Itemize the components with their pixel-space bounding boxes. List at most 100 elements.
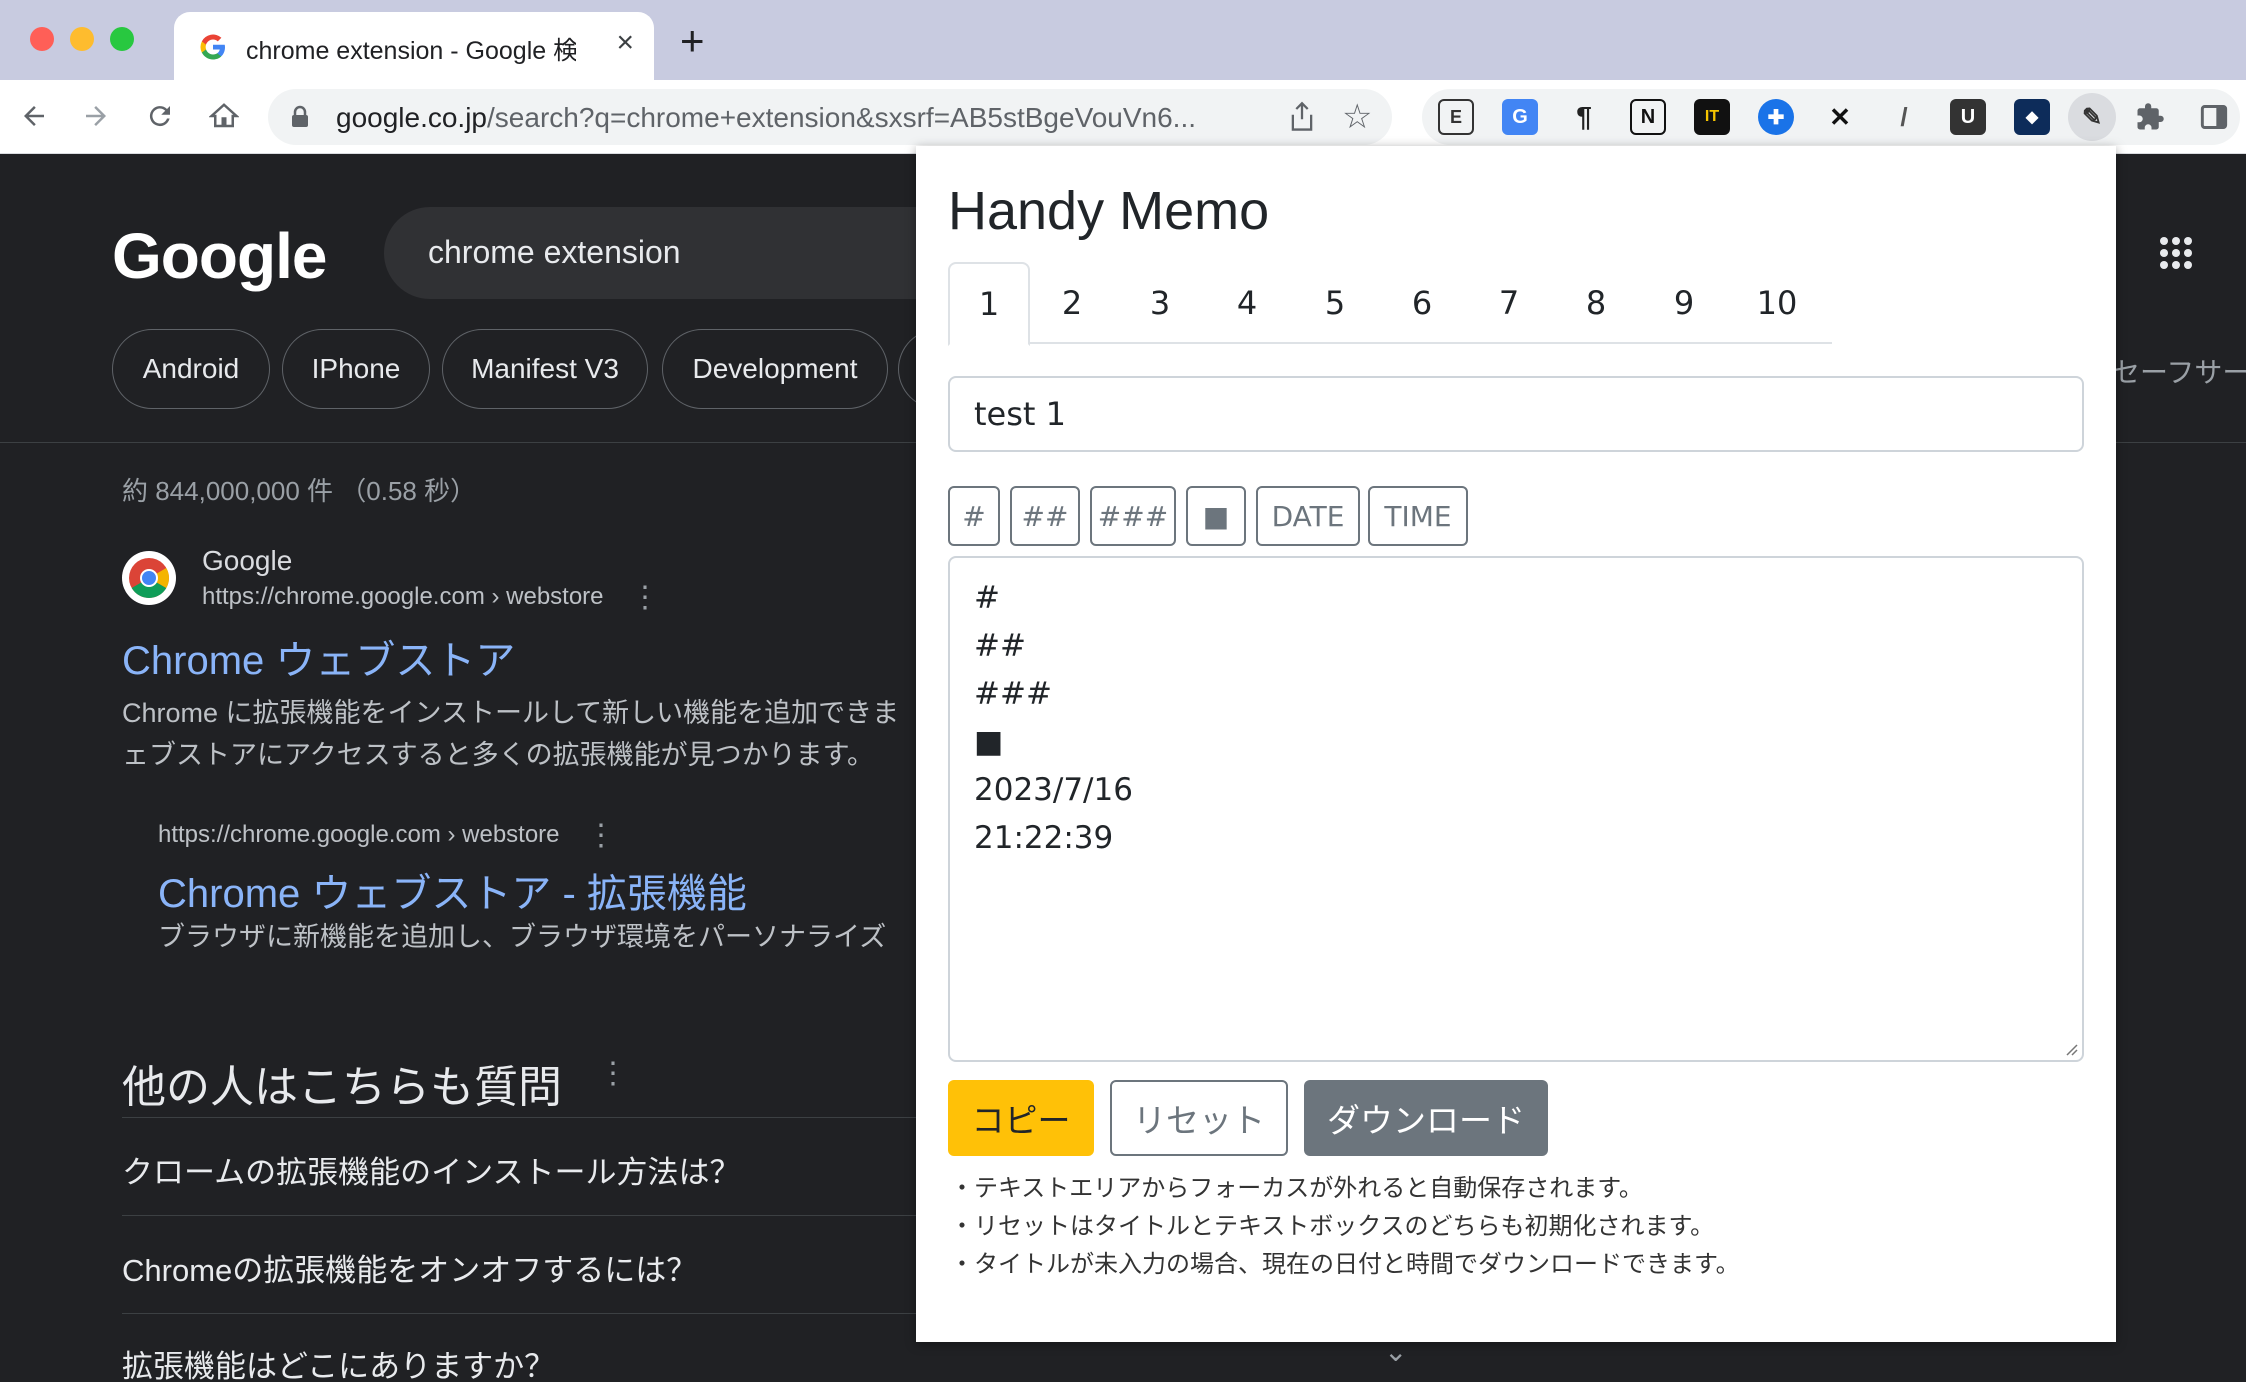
home-icon xyxy=(209,103,239,128)
side-panel-glyph-icon xyxy=(2200,105,2228,129)
memo-textarea[interactable]: # ## ### ■ 2023/7/16 21:22:39 xyxy=(948,556,2084,1062)
diamond-extension-icon[interactable]: ◆ xyxy=(2014,99,2050,135)
url-path: /search?q=chrome+extension&sxsrf=AB5stBg… xyxy=(487,102,1196,133)
it-daigaku-icon[interactable]: IT xyxy=(1694,99,1730,135)
close-window-button[interactable] xyxy=(30,27,54,51)
tab-memo-2[interactable]: 2 xyxy=(1032,262,1112,344)
search-query[interactable]: chrome extension xyxy=(428,234,681,271)
divider xyxy=(122,1117,922,1118)
tab-memo-3[interactable]: 3 xyxy=(1120,262,1200,344)
tab-title: chrome extension - Google 検索 xyxy=(246,37,576,65)
insert-h3-button[interactable]: ### xyxy=(1090,486,1176,546)
tab-memo-4[interactable]: 4 xyxy=(1207,262,1287,344)
eyedropper-icon[interactable]: / xyxy=(1886,99,1922,135)
tab-memo-10[interactable]: 10 xyxy=(1730,262,1824,344)
chip-manifest-v3[interactable]: Manifest V3 xyxy=(442,329,648,409)
pilcrow-extension-icon[interactable]: ¶ xyxy=(1566,99,1602,135)
insert-date-button[interactable]: DATE xyxy=(1256,486,1360,546)
browser-tab[interactable]: chrome extension - Google 検索 × xyxy=(174,12,654,80)
divider xyxy=(122,1215,922,1216)
cross-circle-extension-icon[interactable]: ✚ xyxy=(1758,99,1794,135)
result-menu-icon[interactable]: ⋮ xyxy=(630,583,660,613)
result-site-name: Google xyxy=(202,545,293,576)
extensions-area: E G ¶ N IT ✚ ✕ / U ◆ ✎ xyxy=(1422,89,2240,145)
paa-question[interactable]: 拡張機能はどこにありますか？ xyxy=(122,1341,555,1382)
google-logo[interactable]: Google xyxy=(112,219,327,293)
tab-memo-1[interactable]: 1 xyxy=(948,262,1030,346)
home-button[interactable] xyxy=(202,94,246,138)
reload-icon xyxy=(149,106,170,127)
insert-time-button[interactable]: TIME xyxy=(1368,486,1468,546)
tab-memo-6[interactable]: 6 xyxy=(1382,262,1462,344)
result-snippet-line: ェブストアにアクセスすると多くの拡張機能が見つかります。 xyxy=(122,740,874,770)
browser-toolbar: google.co.jp/search?q=chrome+extension&s… xyxy=(0,80,2246,154)
tab-strip: chrome extension - Google 検索 × + xyxy=(0,0,2246,80)
reset-button[interactable]: リセット xyxy=(1110,1080,1288,1156)
memo-title-input[interactable]: test 1 xyxy=(948,376,2084,452)
back-button[interactable] xyxy=(12,94,56,138)
google-translate-icon[interactable]: G xyxy=(1502,99,1538,135)
memo-line: ### xyxy=(974,676,1052,712)
google-favicon-icon xyxy=(200,34,225,60)
bookmark-star-icon[interactable]: ☆ xyxy=(1342,97,1372,137)
memo-line: # xyxy=(974,580,1000,616)
x-extension-icon[interactable]: ✕ xyxy=(1822,99,1858,135)
url-host: google.co.jp xyxy=(336,102,488,133)
insert-square-button[interactable]: ■ xyxy=(1186,486,1246,546)
paa-question[interactable]: クロームの拡張機能のインストール方法は？ xyxy=(122,1147,740,1192)
tab-close-icon[interactable]: × xyxy=(616,26,634,60)
sublink-title-link[interactable]: Chrome ウェブストア - 拡張機能 xyxy=(158,861,747,919)
tab-memo-7[interactable]: 7 xyxy=(1469,262,1549,344)
tab-memo-9[interactable]: 9 xyxy=(1644,262,1724,344)
apps-grid-icon[interactable] xyxy=(2158,235,2194,271)
extension-e-icon[interactable]: E xyxy=(1438,99,1474,135)
chip-android[interactable]: Android xyxy=(112,329,270,409)
divider xyxy=(122,1313,922,1314)
sublink-menu-icon[interactable]: ⋮ xyxy=(586,821,616,851)
arrow-left-icon xyxy=(24,106,44,126)
safesearch-link[interactable]: セーフサー xyxy=(2112,351,2246,391)
chrome-favicon-icon xyxy=(122,551,176,605)
side-panel-icon[interactable] xyxy=(2196,99,2232,135)
memo-line: 2023/7/16 xyxy=(974,772,1133,808)
handy-memo-popup: Handy Memo 1 2 3 4 5 6 7 8 9 10 test 1 #… xyxy=(916,146,2116,1342)
help-note: ・テキストエリアからフォーカスが外れると自動保存されます。 xyxy=(950,1174,1643,1202)
memo-tabs: 1 2 3 4 5 6 7 8 9 10 xyxy=(948,262,1832,346)
people-also-ask-heading: 他の人はこちらも質問 xyxy=(122,1063,562,1112)
result-stats: 約 844,000,000 件 （0.58 秒） xyxy=(122,476,477,506)
new-tab-button[interactable]: + xyxy=(680,20,705,62)
memo-line: ## xyxy=(974,628,1026,664)
result-url: https://chrome.google.com › webstore xyxy=(202,583,604,610)
result-title-link[interactable]: Chrome ウェブストア xyxy=(122,628,515,686)
zoom-window-button[interactable] xyxy=(110,27,134,51)
lock-icon[interactable] xyxy=(290,105,310,129)
extensions-puzzle-icon[interactable] xyxy=(2132,99,2168,135)
paa-question[interactable]: Chromeの拡張機能をオンオフするには？ xyxy=(122,1245,697,1290)
help-note: ・タイトルが未入力の場合、現在の日付と時間でダウンロードできます。 xyxy=(950,1250,1740,1278)
paa-menu-icon[interactable]: ⋮ xyxy=(598,1059,628,1089)
tab-memo-8[interactable]: 8 xyxy=(1556,262,1636,344)
chip-iphone[interactable]: IPhone xyxy=(282,329,430,409)
tab-memo-5[interactable]: 5 xyxy=(1295,262,1375,344)
copy-button[interactable]: コピー xyxy=(948,1080,1094,1156)
download-button[interactable]: ダウンロード xyxy=(1304,1080,1548,1156)
address-bar[interactable]: google.co.jp/search?q=chrome+extension&s… xyxy=(268,89,1392,145)
handy-memo-extension-icon[interactable]: ✎ xyxy=(2068,93,2116,141)
notion-icon[interactable]: N xyxy=(1630,99,1666,135)
sublink-url: https://chrome.google.com › webstore xyxy=(158,821,560,848)
chip-development[interactable]: Development xyxy=(662,329,888,409)
bitwarden-icon[interactable]: U xyxy=(1950,99,1986,135)
forward-button[interactable] xyxy=(74,94,118,138)
share-icon[interactable] xyxy=(1288,101,1316,133)
help-note: ・リセットはタイトルとテキストボックスのどちらも初期化されます。 xyxy=(950,1212,1715,1240)
result-snippet-line: Chrome に拡張機能をインストールして新しい機能を追加できま xyxy=(122,698,900,728)
resize-handle-icon[interactable] xyxy=(2064,1042,2078,1056)
minimize-window-button[interactable] xyxy=(70,27,94,51)
url-text[interactable]: google.co.jp/search?q=chrome+extension&s… xyxy=(336,102,1236,134)
insert-h1-button[interactable]: # xyxy=(948,486,1000,546)
puzzle-icon xyxy=(2137,103,2164,130)
memo-line: ■ xyxy=(974,724,1004,760)
reload-button[interactable] xyxy=(138,94,182,138)
insert-h2-button[interactable]: ## xyxy=(1010,486,1080,546)
memo-line: 21:22:39 xyxy=(974,820,1114,856)
